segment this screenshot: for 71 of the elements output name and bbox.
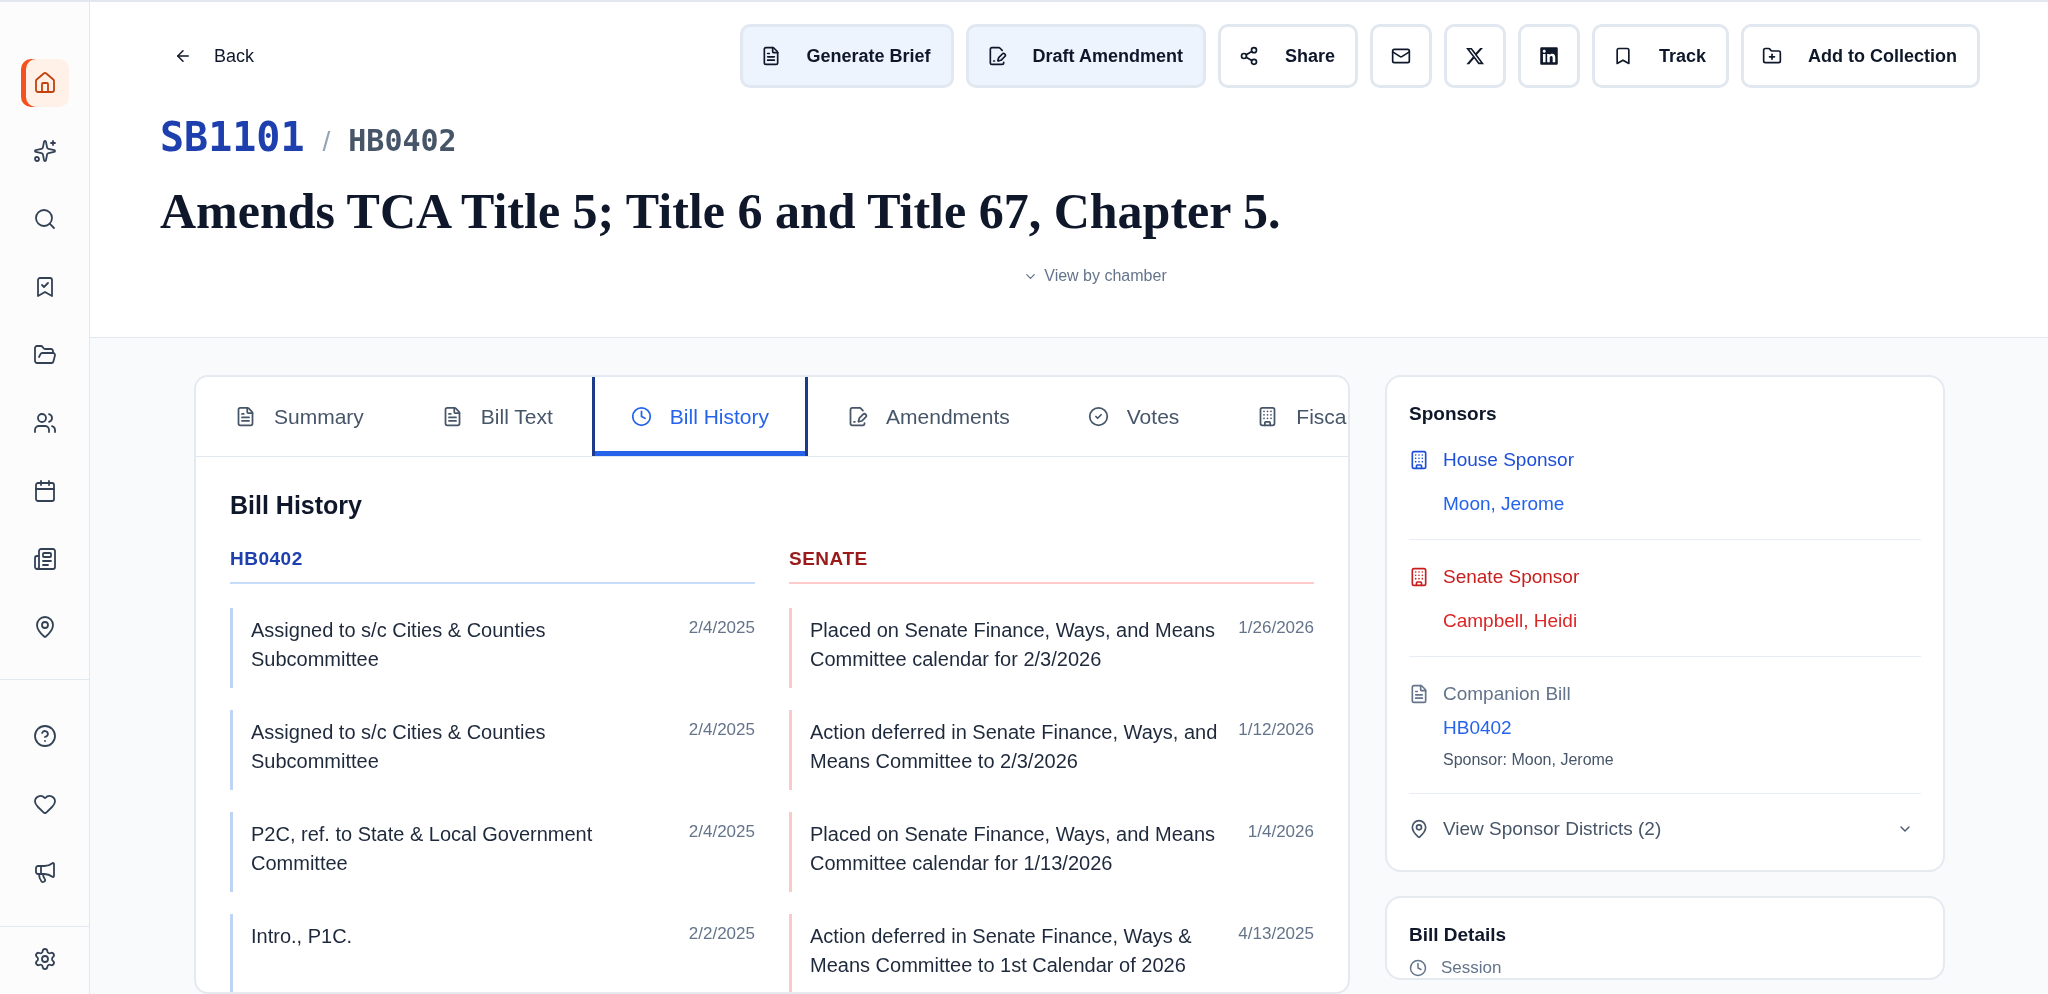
separator: /	[322, 126, 331, 158]
newspaper-icon	[32, 547, 57, 571]
mail-icon	[1390, 46, 1411, 66]
sponsor-role: House Sponsor	[1443, 449, 1574, 471]
card-title: Bill Details	[1409, 924, 1508, 946]
history-action: P2C, ref. to State & Local Government Committee	[251, 822, 594, 876]
history-date: 4/13/2025	[1238, 923, 1314, 945]
share-icon	[1238, 46, 1259, 66]
history-action: Placed on Senate Finance, Ways, and Means Committee calendar for 2/3/2026	[810, 618, 1217, 672]
companion-sponsor: Sponsor: Moon, Jerome	[1443, 751, 1615, 769]
bill-title: Amends TCA Title 5; Title 6 and Title 67, Chapter 5.	[160, 182, 1282, 240]
history-date: 2/4/2025	[688, 821, 755, 843]
history-action: Placed on Senate Finance, Ways, and Means Committee calendar for 1/13/2026	[810, 822, 1217, 876]
settings-icon	[32, 947, 57, 971]
building-icon	[1409, 450, 1429, 470]
search-icon	[32, 207, 57, 231]
history-action: Action deferred in Senate Finance, Ways & Means Committee to 1st Calendar of 2026	[810, 924, 1193, 978]
calendar-icon	[32, 479, 57, 503]
history-date: 1/12/2026	[1238, 719, 1314, 741]
sparkles-icon	[32, 139, 57, 163]
folder-plus-icon	[1762, 46, 1782, 66]
companion-label: Companion Bill	[1443, 683, 1571, 705]
x-share-button[interactable]	[1443, 24, 1506, 88]
generate-brief-button[interactable]: Generate Brief	[739, 24, 954, 88]
x-logo-icon	[1464, 46, 1485, 66]
help-icon	[32, 724, 57, 748]
linkedin-share-button[interactable]	[1517, 24, 1580, 88]
draft-amendment-button[interactable]: Draft Amendment	[965, 24, 1206, 88]
sponsor-name-link[interactable]: Moon, Jerome	[1443, 493, 1921, 515]
view-by-chamber-button[interactable]: View by chamber	[1017, 266, 1173, 286]
sponsor-role: Senate Sponsor	[1443, 566, 1580, 588]
history-action: Intro., P1C.	[251, 924, 353, 949]
megaphone-icon	[32, 860, 57, 884]
building-icon	[1409, 567, 1429, 587]
companion-bill-link[interactable]: HB0402	[1443, 717, 1921, 739]
tab[interactable]: Bill History	[591, 377, 809, 456]
column-heading: SENATE	[789, 548, 1314, 584]
document-icon	[235, 406, 256, 427]
history-date: 2/4/2025	[688, 617, 755, 639]
map-pin-icon	[1409, 819, 1429, 839]
home-icon	[32, 71, 57, 95]
history-date: 2/2/2025	[688, 923, 755, 945]
history-date: 2/4/2025	[688, 719, 755, 741]
history-date: 1/26/2026	[1238, 617, 1314, 639]
history-action: Action deferred in Senate Finance, Ways, and Means Committee to 2/3/2026	[810, 720, 1219, 774]
email-button[interactable]	[1369, 24, 1432, 88]
view-districts-button[interactable]: View Sponsor Districts (2)	[1409, 818, 1921, 870]
share-button[interactable]: Share	[1217, 24, 1358, 88]
field-label: Session	[1441, 958, 1502, 978]
column-heading: HB0402	[230, 548, 755, 584]
section-title: Bill History	[230, 491, 363, 520]
card-title: Sponsors	[1409, 403, 1498, 425]
companion-bill-number: HB0402	[348, 123, 457, 158]
history-date: 1/4/2026	[1247, 821, 1314, 843]
folder-icon	[32, 343, 57, 367]
clock-icon	[630, 406, 652, 427]
linkedin-icon	[1538, 46, 1559, 66]
history-action: Assigned to s/c Cities & Counties Subcommittee	[251, 720, 547, 774]
heart-icon	[32, 792, 57, 816]
nav-button[interactable]	[20, 59, 69, 107]
document-icon	[1409, 684, 1429, 704]
file-pen-icon	[847, 406, 869, 427]
clock-icon	[1409, 959, 1427, 977]
history-action: Assigned to s/c Cities & Counties Subcommittee	[251, 618, 547, 672]
sponsor-name-link[interactable]: Campbell, Heidi	[1443, 610, 1921, 632]
track-button[interactable]: Track	[1591, 24, 1729, 88]
users-icon	[32, 411, 57, 435]
check-circle-icon	[1087, 406, 1109, 427]
add-to-collection-button[interactable]: Add to Collection	[1741, 24, 1980, 88]
bill-number: SB1101	[160, 114, 305, 160]
back-link[interactable]: Back	[174, 45, 255, 67]
